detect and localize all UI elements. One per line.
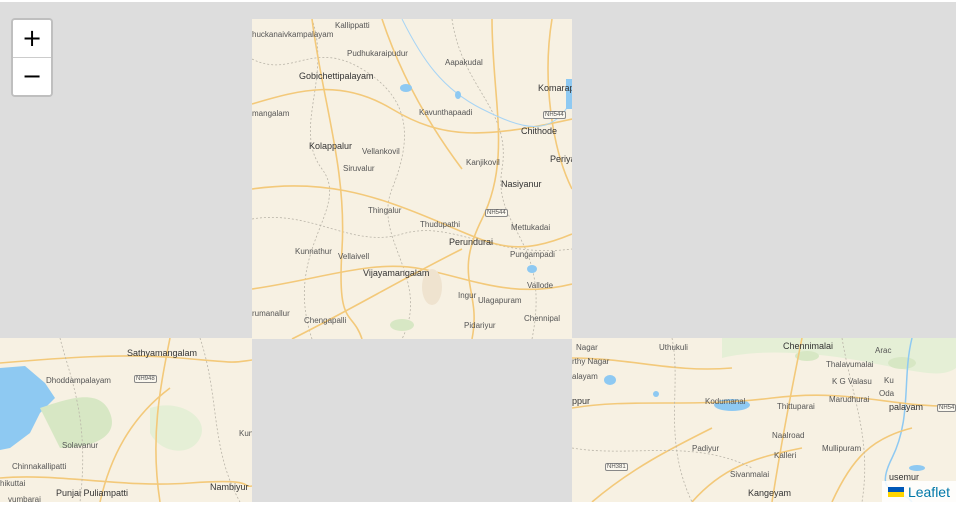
- place-label: Thudupathi: [420, 220, 461, 229]
- place-label: palayam: [889, 402, 924, 412]
- place-label: Nasiyanur: [501, 179, 542, 189]
- place-label: Perundurai: [449, 237, 494, 247]
- place-label: ppur: [572, 396, 591, 406]
- leaflet-link[interactable]: Leaflet: [908, 484, 950, 500]
- place-label: Kolappalur: [309, 141, 353, 151]
- place-label: Kodumanal: [705, 397, 746, 406]
- place-label: alayam: [572, 372, 598, 381]
- place-label: Dhoddampalayam: [46, 376, 111, 385]
- place-label: Padiyur: [692, 444, 720, 453]
- place-label: Komarapa: [538, 83, 572, 93]
- highway-shield: NH54: [937, 404, 956, 412]
- place-label: rumanallur: [252, 309, 290, 318]
- place-label: Oda: [879, 389, 895, 398]
- place-label: Vellankovil: [362, 147, 400, 156]
- map-tile-bottom-right[interactable]: Nagar Uthukuli Chennimalai Arac rthy Nag…: [572, 338, 956, 502]
- place-label: Vallode: [527, 281, 554, 290]
- place-label: Periya: [550, 154, 572, 164]
- place-label: Chengapalli: [304, 316, 347, 325]
- place-label: huckanaivkampalayam: [252, 30, 334, 39]
- place-label: Kavunthapaadi: [419, 108, 473, 117]
- place-label: Kunnathur: [295, 247, 332, 256]
- place-label: Punjai Puliampatti: [56, 488, 129, 498]
- place-label: Thingalur: [368, 206, 402, 215]
- place-label: Arac: [875, 346, 892, 355]
- tile-bottom-left-features: [0, 338, 252, 502]
- place-label: Pungampadi: [510, 250, 555, 259]
- place-label: Kanjikovil: [466, 158, 500, 167]
- place-label: Thalavumalai: [826, 360, 874, 369]
- place-label: Sivanmalai: [730, 470, 770, 479]
- place-label: Gobichettipalayam: [299, 71, 374, 81]
- highway-shield: NH544: [485, 209, 508, 217]
- place-label: Sathyamangalam: [127, 348, 198, 358]
- place-label: Chennipal: [524, 314, 561, 323]
- place-label: mangalam: [252, 109, 290, 118]
- place-label: hikuttai: [0, 479, 26, 488]
- place-label: Pidariyur: [464, 321, 496, 330]
- map-tile-bottom-left[interactable]: Sathyamangalam Dhoddampalayam NH948 Kun …: [0, 338, 252, 502]
- place-label: Kallippatti: [335, 21, 370, 30]
- place-label: Kun: [239, 429, 252, 438]
- place-label: Chithode: [521, 126, 558, 136]
- map-tile-top[interactable]: Kallippatti huckanaivkampalayam Pudhukar…: [252, 19, 572, 339]
- place-label: Vellaivell: [338, 252, 370, 261]
- highway-shield: NH948: [134, 375, 157, 383]
- place-label: Uthukuli: [659, 343, 688, 352]
- zoom-control: + −: [11, 18, 53, 97]
- place-label: Kalleri: [774, 451, 797, 460]
- place-label: Mullipuram: [822, 444, 862, 453]
- place-label: Naalroad: [772, 431, 805, 440]
- place-label: Ingur: [458, 291, 477, 300]
- place-label: rthy Nagar: [572, 357, 610, 366]
- place-label: Solavanur: [62, 441, 99, 450]
- place-label: Siruvalur: [343, 164, 375, 173]
- place-label: Kangeyam: [748, 488, 792, 498]
- attribution: Leaflet: [881, 481, 956, 502]
- zoom-out-button[interactable]: −: [13, 58, 51, 95]
- place-label: vumbarai: [8, 495, 41, 502]
- place-label: Vijayamangalam: [363, 268, 430, 278]
- map-container[interactable]: Kallippatti huckanaivkampalayam Pudhukar…: [0, 2, 956, 502]
- place-label: Mettukadai: [511, 223, 551, 232]
- place-label: Marudhurai: [829, 395, 870, 404]
- place-label: Pudhukaraipudur: [347, 49, 408, 58]
- zoom-in-button[interactable]: +: [13, 20, 51, 58]
- place-label: K G Valasu: [832, 377, 872, 386]
- place-label: Aapakudal: [445, 58, 483, 67]
- place-label: Thittuparai: [777, 402, 815, 411]
- place-label: Chinnakallipatti: [12, 462, 67, 471]
- place-label: Ulagapuram: [478, 296, 522, 305]
- place-label: Chennimalai: [783, 341, 834, 351]
- place-label: Ku: [884, 376, 894, 385]
- place-label: Nambiyur: [210, 482, 249, 492]
- highway-shield: NH544: [543, 111, 566, 119]
- highway-shield: NH381: [605, 463, 628, 471]
- ukraine-flag-icon: [887, 486, 904, 497]
- place-label: Nagar: [576, 343, 598, 352]
